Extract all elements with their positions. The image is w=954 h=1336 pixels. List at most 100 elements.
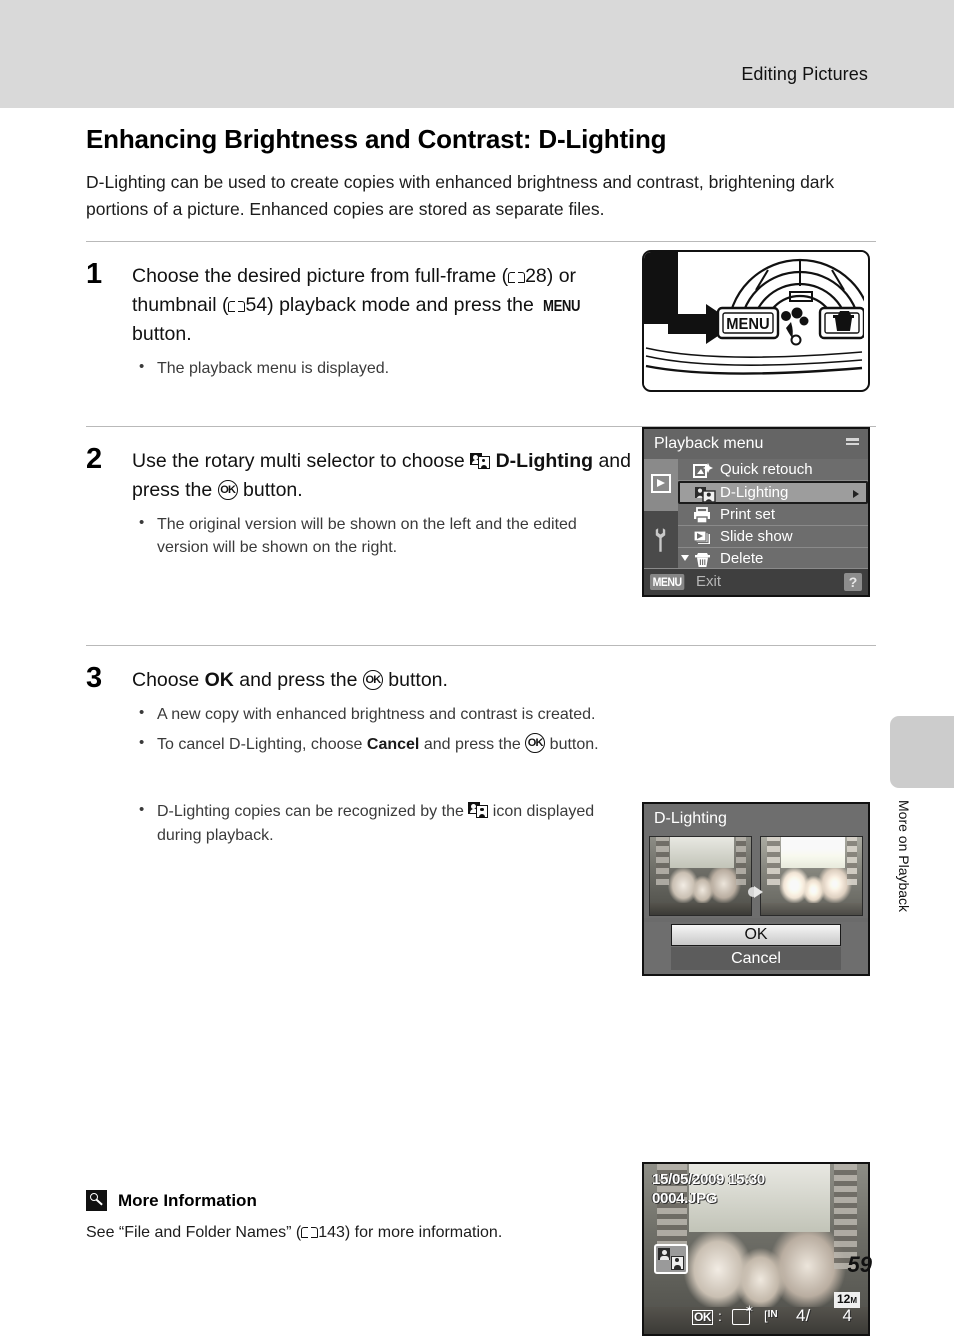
playback-status-bar: OK : [IN 4/ 4 <box>644 1303 868 1328</box>
trash-button <box>818 306 866 340</box>
menu-item-label: Print set <box>720 506 776 523</box>
d-lighting-icon <box>470 453 491 470</box>
d-lighting-preview-screen[interactable]: D-Lighting OK Cancel <box>642 802 870 976</box>
step-2-bullets: The original version will be shown on th… <box>132 512 632 559</box>
ok-button-glyph: OK <box>217 480 238 501</box>
book-reference-icon <box>508 271 526 284</box>
image-size-value: 12 <box>836 1292 851 1306</box>
menu-item-delete[interactable]: Delete <box>678 548 868 570</box>
playback-photo-screen[interactable]: 15/05/2009 15:30 0004.JPG 12M OK : [IN 4… <box>642 1162 870 1336</box>
step-1-text-a: Choose the desired picture from full-fra… <box>132 265 509 288</box>
step-1-ref-2: 54 <box>245 294 268 317</box>
magnifier-icon <box>86 1190 107 1211</box>
divider-above-step-1 <box>86 241 876 243</box>
quick-retouch-icon <box>732 1303 754 1325</box>
page-title: Enhancing Brightness and Contrast: D-Lig… <box>86 124 667 154</box>
book-reference-icon <box>228 300 246 313</box>
step-3-bullet-2: To cancel D-Lighting, choose Cancel and … <box>132 732 632 756</box>
more-information-ref: 143 <box>318 1224 345 1241</box>
printer-icon <box>694 507 710 524</box>
chapter-side-tab <box>890 716 954 788</box>
step-1-bullet-1: The playback menu is displayed. <box>132 356 632 380</box>
chevron-right-icon <box>853 490 859 498</box>
photo-filename: 0004.JPG <box>652 1190 718 1207</box>
play-triangle-icon <box>657 479 665 487</box>
family-photo-enhanced <box>761 837 862 915</box>
menu-button-badge: MENU <box>650 574 685 590</box>
chapter-side-tab-label: More on Playback <box>896 800 912 913</box>
step-3-bullet-2-text-a: To cancel D-Lighting, choose <box>157 736 367 754</box>
family-photo-original <box>650 837 751 915</box>
step-3-bullet-2-text-b: and press the <box>419 736 526 754</box>
menu-indicator-icon <box>846 438 859 447</box>
ok-button[interactable]: OK <box>671 924 841 946</box>
more-information-text-b: ) for more information. <box>344 1224 503 1241</box>
menu-item-quick-retouch[interactable]: Quick retouch <box>678 459 868 481</box>
playback-menu-title: Playback menu <box>644 429 868 459</box>
more-information-heading-text: More Information <box>118 1190 257 1210</box>
quick-retouch-icon <box>693 463 713 478</box>
setup-tab[interactable] <box>644 511 678 569</box>
original-thumbnail <box>649 836 752 916</box>
d-lighting-screen-title: D-Lighting <box>644 804 868 834</box>
playback-menu-footer: MENU Exit ? <box>644 568 868 595</box>
divider-above-step-3 <box>86 645 876 647</box>
d-lighting-buttons: OK Cancel <box>644 922 868 974</box>
slideshow-icon <box>693 530 710 544</box>
photo-date: 15/05/2009 15:30 <box>652 1171 765 1188</box>
step-3-heading: Choose OK and press the OK button. <box>132 666 632 695</box>
ok-button-glyph: OK <box>525 733 546 754</box>
menu-item-print-set[interactable]: Print set <box>678 504 868 526</box>
step-3-number: 3 <box>86 662 103 695</box>
camera-back-drawing: MENU <box>644 252 868 386</box>
step-2-heading: Use the rotary multi selector to choose … <box>132 447 632 505</box>
step-1-text-c: ) playback mode and press the <box>267 294 540 317</box>
step-3-bullets: A new copy with enhanced brightness and … <box>132 702 632 847</box>
memory-indicator: [IN <box>764 1308 778 1323</box>
frame-current: 4/ <box>796 1306 811 1325</box>
step-2-bullet-1: The original version will be shown on th… <box>132 512 632 559</box>
section-intro-paragraph: D-Lighting can be used to create copies … <box>86 172 835 220</box>
menu-item-d-lighting[interactable]: D-Lighting <box>678 481 868 504</box>
cancel-button[interactable]: Cancel <box>671 947 841 970</box>
d-lighting-compare-panes <box>644 834 868 918</box>
page-number: 59 <box>847 1252 872 1277</box>
step-3-bullet-2-text-c: button. <box>545 736 599 754</box>
menu-item-slide-show[interactable]: Slide show <box>678 526 868 548</box>
menu-item-label: D-Lighting <box>720 484 789 501</box>
book-reference-icon <box>301 1226 319 1239</box>
step-2-bold-label: D-Lighting <box>495 450 594 473</box>
trash-icon <box>695 553 710 567</box>
step-2-text-a: Use the rotary multi selector to choose <box>132 450 471 473</box>
wrench-icon <box>655 528 666 552</box>
step-3-bold-ok: OK <box>204 669 234 692</box>
menu-item-label: Quick retouch <box>720 461 813 478</box>
step-3-bullet-3: D-Lighting copies can be recognized by t… <box>132 799 632 846</box>
step-3-text-c: button. <box>382 669 448 692</box>
ok-badge: OK <box>692 1310 713 1325</box>
edited-thumbnail <box>760 836 863 916</box>
d-lighting-icon <box>695 487 716 503</box>
step-1-heading: Choose the desired picture from full-fra… <box>132 262 632 349</box>
menu-button-glyph: MENU <box>543 298 581 316</box>
more-information-text: See “File and Folder Names” ( 143) for mo… <box>86 1224 876 1242</box>
step-3-bullet-1: A new copy with enhanced brightness and … <box>132 702 632 726</box>
step-3-text-a: Choose <box>132 669 205 692</box>
more-information-text-a: See “File and Folder Names” ( <box>86 1224 302 1241</box>
menu-item-label: Slide show <box>720 528 793 545</box>
photo-metadata-overlay: 15/05/2009 15:30 0004.JPG <box>652 1170 765 1208</box>
playback-menu-screen[interactable]: Playback menu Quick retouch D-Lighting P… <box>642 427 870 597</box>
playback-tab[interactable] <box>644 459 678 511</box>
playback-menu-tab-rail <box>644 459 678 569</box>
help-badge-icon[interactable]: ? <box>844 573 862 591</box>
image-size-unit: M <box>850 1296 857 1305</box>
compare-arrow-icon <box>748 884 764 900</box>
playback-menu-list[interactable]: Quick retouch D-Lighting Print set Slide… <box>678 459 868 570</box>
ok-button-glyph: OK <box>362 670 383 691</box>
menu-button: MENU <box>716 306 780 340</box>
d-lighting-badge-icon <box>654 1244 688 1274</box>
exit-label: Exit <box>696 573 722 590</box>
step-2-number: 2 <box>86 443 103 476</box>
step-3-text-b: and press the <box>233 669 363 692</box>
running-header-band <box>0 0 954 108</box>
